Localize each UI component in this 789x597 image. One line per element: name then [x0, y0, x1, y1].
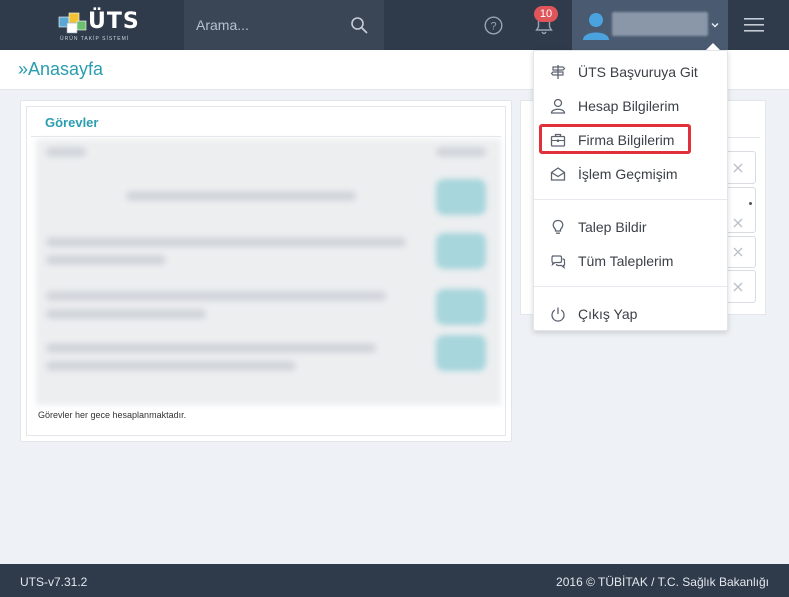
user-name-redacted: [612, 12, 708, 36]
menu-item-label: ÜTS Başvuruya Git: [578, 64, 698, 80]
search-box: [184, 0, 384, 50]
blurred-text: [126, 191, 356, 201]
search-input[interactable]: [196, 13, 346, 37]
blurred-text: [46, 309, 206, 319]
close-icon[interactable]: [732, 281, 744, 293]
highlight-box: [539, 124, 691, 154]
tasks-note: Görevler her gece hesaplanmaktadır.: [38, 410, 187, 420]
user-icon: [550, 98, 566, 114]
boxes-logo-icon: [58, 12, 87, 34]
help-icon[interactable]: ?: [484, 16, 503, 35]
menu-divider: [534, 286, 727, 287]
card-divider: [31, 136, 501, 137]
blurred-button: [436, 289, 486, 325]
power-icon: [551, 307, 565, 322]
menu-item-label: İşlem Geçmişim: [578, 166, 678, 182]
menu-item-label: Hesap Bilgilerim: [578, 98, 680, 114]
logo-text: ÜTS: [88, 9, 140, 34]
svg-text:?: ?: [490, 21, 496, 33]
footer: UTS-v7.31.2 2016 © TÜBİTAK / T.C. Sağlık…: [0, 564, 789, 597]
menu-item-label: Tüm Taleplerim: [578, 253, 674, 269]
envelope-open-icon: [550, 167, 566, 181]
blurred-button: [436, 233, 486, 269]
close-icon[interactable]: [732, 217, 744, 229]
menu-item-label: Talep Bildir: [578, 219, 647, 235]
menu-item-cikis-yap[interactable]: Çıkış Yap: [534, 299, 727, 329]
blurred-button: [436, 179, 486, 215]
notification-badge: 10: [534, 6, 558, 22]
panel-divider: [728, 137, 760, 138]
menu-divider: [534, 199, 727, 200]
blurred-text: [46, 343, 376, 353]
dropdown-caret: [706, 43, 720, 50]
lightbulb-icon: [552, 219, 564, 234]
hamburger-menu-icon[interactable]: [744, 16, 764, 34]
menu-item-uts-basvuru[interactable]: ÜTS Başvuruya Git: [534, 57, 727, 87]
close-icon[interactable]: [732, 246, 744, 258]
avatar: [583, 13, 609, 40]
signpost-icon: [550, 65, 566, 79]
menu-item-islem-gecmisim[interactable]: İşlem Geçmişim: [534, 159, 727, 189]
blurred-text: [46, 291, 386, 301]
copyright: 2016 © TÜBİTAK / T.C. Sağlık Bakanlığı: [556, 575, 769, 589]
tasks-card-title: Görevler: [45, 115, 99, 130]
app-version: UTS-v7.31.2: [20, 575, 88, 589]
menu-item-talep-bildir[interactable]: Talep Bildir: [534, 212, 727, 242]
menu-item-tum-taleplerim[interactable]: Tüm Taleplerim: [534, 246, 727, 276]
blurred-text: [436, 147, 486, 157]
blurred-text: [46, 147, 86, 157]
chevron-down-icon: [711, 22, 719, 28]
user-menu-toggle[interactable]: [572, 0, 728, 50]
chat-bubbles-icon: [551, 255, 566, 269]
blurred-button: [436, 335, 486, 371]
uts-logo[interactable]: ÜTS ÜRÜN TAKİP SİSTEMİ: [58, 9, 140, 45]
breadcrumb[interactable]: »Anasayfa: [18, 59, 103, 80]
close-icon[interactable]: [732, 162, 744, 174]
menu-item-label: Çıkış Yap: [578, 306, 638, 322]
search-icon[interactable]: [350, 16, 368, 34]
blurred-text: [46, 237, 406, 247]
blurred-text: [46, 255, 166, 265]
menu-item-hesap-bilgilerim[interactable]: Hesap Bilgilerim: [534, 91, 727, 121]
blurred-task-list: [36, 139, 501, 405]
blurred-text: [46, 361, 296, 371]
logo-subtitle: ÜRÜN TAKİP SİSTEMİ: [60, 36, 130, 42]
ellipsis-dot: [749, 202, 752, 205]
notifications-button[interactable]: 10: [532, 6, 560, 40]
